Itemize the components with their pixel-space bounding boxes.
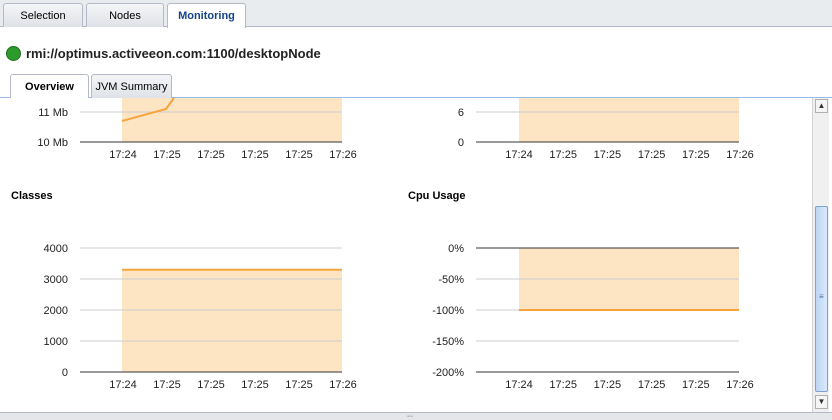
node-header: rmi://optimus.activeeon.com:1100/desktop… [6,44,321,62]
y-tick-label: 11 Mb [38,107,68,119]
x-tick-label: 17:25 [549,379,577,391]
vertical-scrollbar[interactable]: ▲ ≡ ▼ [812,98,829,412]
classes-chart: Classes 0 1000 2000 3000 4000 17:24 17:25 17:25 1… [11,190,357,391]
x-tick-label: 17:25 [241,379,269,391]
tab-selection[interactable]: Selection [3,3,83,27]
memory-chart: 10 Mb 11 Mb 17:24 17:25 17:25 17:25 17:25 17:26 [37,98,357,161]
x-tick-label: 17:25 [682,149,710,161]
chart-title: Cpu Usage [408,190,465,202]
cpu-usage-chart: Cpu Usage -200% -150% -100% -50% 0% 17:24 17:25… [408,190,754,391]
y-tick-label: -200% [432,367,464,379]
node-url: rmi://optimus.activeeon.com:1100/desktop… [26,45,321,61]
scroll-down-icon[interactable]: ▼ [815,395,828,409]
x-tick-label: 17:25 [549,149,577,161]
x-tick-label: 17:25 [197,379,225,391]
tab-monitoring[interactable]: Monitoring [167,3,246,28]
x-tick-label: 17:25 [285,379,313,391]
y-tick-label: 10 Mb [37,137,68,149]
x-tick-label: 17:25 [285,149,313,161]
y-tick-label: 1000 [44,336,68,348]
chart-title: Classes [11,190,53,202]
overview-panel: 10 Mb 11 Mb 17:24 17:25 17:25 17:25 17:25 17:26… [0,98,812,412]
tab-jvm-summary[interactable]: JVM Summary [91,74,172,98]
y-tick-label: 0% [448,243,464,255]
y-tick-label: 6 [458,107,464,119]
threads-chart: 0 6 17:24 17:25 17:25 17:25 17:25 17:26 [458,98,754,161]
area-fill [122,98,342,142]
y-tick-label: -100% [432,305,464,317]
y-tick-label: 0 [62,367,68,379]
x-tick-label: 17:24 [505,149,533,161]
splitter-grip-icon: ····· [406,413,414,420]
y-tick-label: 4000 [44,243,68,255]
tab-overview[interactable]: Overview [10,74,89,99]
x-tick-label: 17:25 [638,149,666,161]
x-tick-label: 17:26 [726,149,754,161]
x-tick-label: 17:25 [241,149,269,161]
x-tick-label: 17:25 [682,379,710,391]
grip-icon: ≡ [819,292,824,301]
x-tick-label: 17:24 [109,149,137,161]
y-tick-label: 3000 [44,274,68,286]
main-tab-bar: Selection Nodes Monitoring [0,0,832,28]
x-tick-label: 17:25 [153,149,181,161]
tab-label: Monitoring [178,10,235,22]
x-tick-label: 17:25 [594,379,622,391]
y-tick-label: 0 [458,137,464,149]
tab-label: JVM Summary [95,80,168,93]
tab-label: Overview [25,81,74,93]
x-tick-label: 17:26 [329,149,357,161]
x-tick-label: 17:25 [594,149,622,161]
x-tick-label: 17:26 [329,379,357,391]
x-tick-label: 17:26 [726,379,754,391]
x-tick-label: 17:25 [153,379,181,391]
area-fill [122,269,342,372]
bottom-splitter[interactable]: ····· [0,412,832,420]
charts-canvas: 10 Mb 11 Mb 17:24 17:25 17:25 17:25 17:25 17:26… [11,98,754,391]
y-tick-label: -150% [432,336,464,348]
tab-label: Nodes [109,9,141,22]
y-tick-label: -50% [438,274,464,286]
x-tick-label: 17:25 [638,379,666,391]
tab-nodes[interactable]: Nodes [86,3,164,27]
sub-tab-bar: Overview JVM Summary [0,72,832,99]
x-tick-label: 17:24 [109,379,137,391]
scroll-up-icon[interactable]: ▲ [815,99,828,113]
x-tick-label: 17:24 [505,379,533,391]
scroll-thumb[interactable]: ≡ [815,206,828,392]
x-tick-label: 17:25 [197,149,225,161]
area-fill [519,98,739,142]
tab-label: Selection [20,9,66,22]
status-online-icon [6,45,21,61]
y-tick-label: 2000 [44,305,68,317]
